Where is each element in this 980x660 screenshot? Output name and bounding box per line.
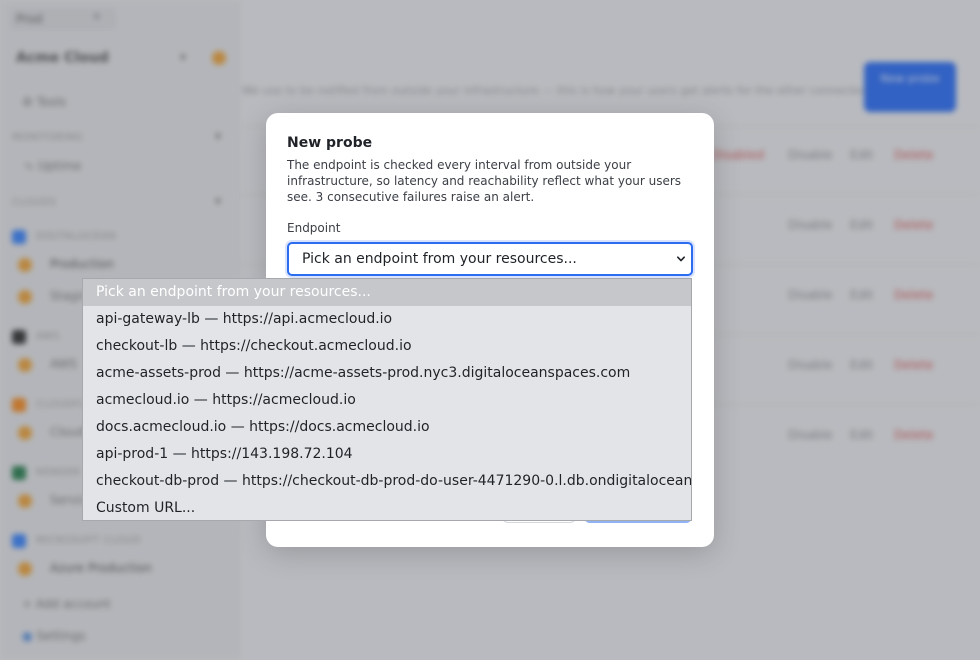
dialog-description: The endpoint is checked every interval f… bbox=[287, 158, 682, 204]
endpoint-option[interactable]: docs.acmecloud.io — https://docs.acmeclo… bbox=[83, 414, 691, 441]
endpoint-option[interactable]: acme-assets-prod — https://acme-assets-p… bbox=[83, 360, 691, 387]
endpoint-option[interactable]: acmecloud.io — https://acmecloud.io bbox=[83, 387, 691, 414]
chevron-down-icon bbox=[677, 256, 685, 262]
endpoint-option[interactable]: checkout-lb — https://checkout.acmecloud… bbox=[83, 333, 691, 360]
endpoint-label: Endpoint bbox=[287, 221, 341, 235]
endpoint-option[interactable]: Pick an endpoint from your resources... bbox=[83, 279, 691, 306]
endpoint-option[interactable]: checkout-db-prod — https://checkout-db-p… bbox=[83, 468, 691, 495]
endpoint-option-custom-url[interactable]: Custom URL... bbox=[83, 495, 691, 522]
endpoint-option[interactable]: api-gateway-lb — https://api.acmecloud.i… bbox=[83, 306, 691, 333]
endpoint-select[interactable]: Pick an endpoint from your resources... bbox=[287, 242, 693, 276]
endpoint-options-list: Pick an endpoint from your resources... … bbox=[82, 278, 692, 521]
endpoint-option[interactable]: api-prod-1 — https://143.198.72.104 bbox=[83, 441, 691, 468]
endpoint-select-value: Pick an endpoint from your resources... bbox=[302, 251, 577, 267]
dialog-title: New probe bbox=[287, 135, 373, 151]
